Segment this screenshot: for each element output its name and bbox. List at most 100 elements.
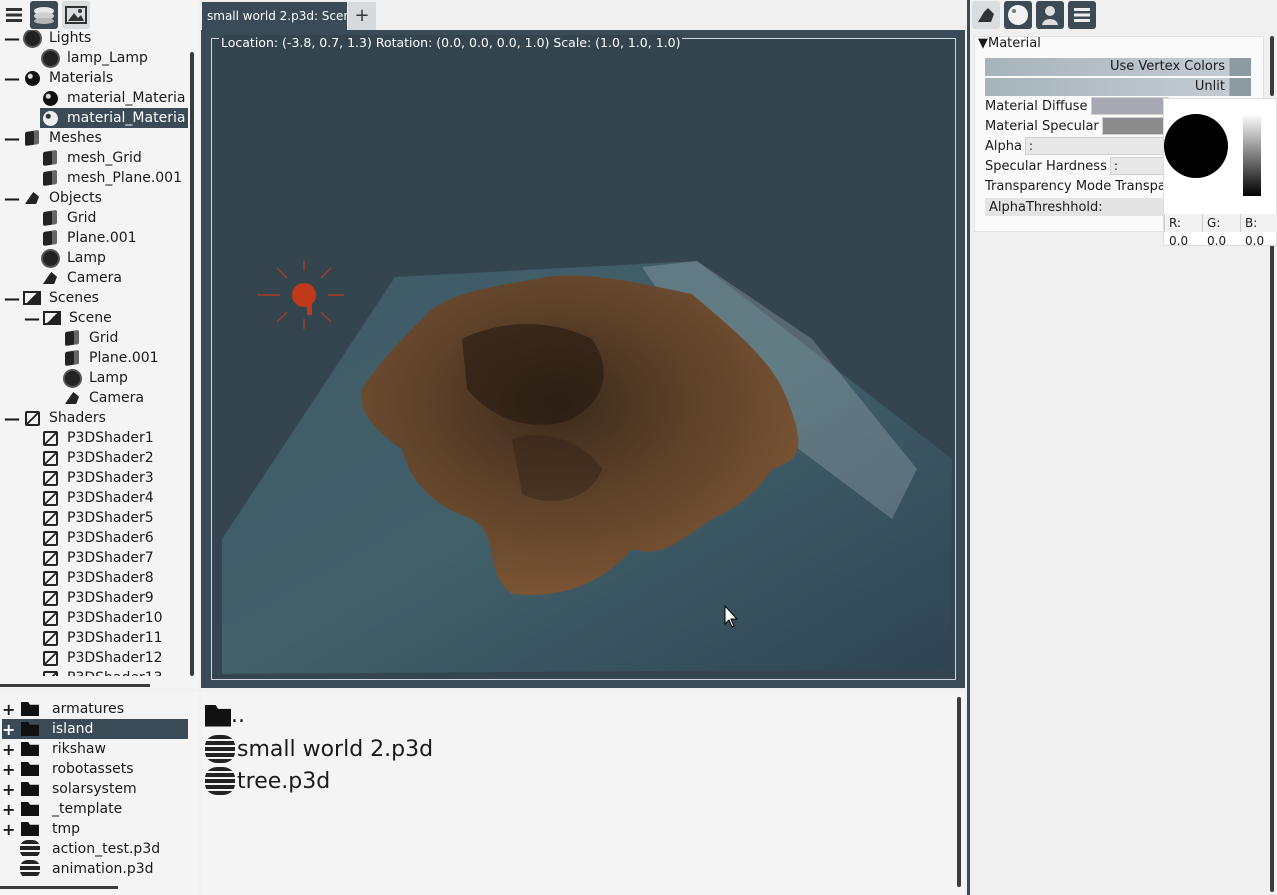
shader-icon [40,509,60,527]
tree-item[interactable]: Grid [40,208,188,228]
tree-item[interactable]: Plane.001 [40,228,188,248]
tree-item[interactable]: Grid [62,328,188,348]
red-field[interactable]: R: 0.0 [1164,214,1202,248]
tab-scene[interactable]: small world 2.p3d: Scene [202,2,347,30]
tree-item[interactable]: lamp_Lamp [40,48,188,68]
tree-item[interactable]: P3DShader2 [40,448,188,468]
parent-folder-item[interactable]: .. [205,703,245,728]
layers-view-button[interactable] [30,1,58,29]
tree-item[interactable]: — Materials [4,68,188,88]
tree-item[interactable]: — Meshes [4,128,188,148]
tree-item[interactable]: P3DShader6 [40,528,188,548]
tree-item[interactable]: P3DShader4 [40,488,188,508]
folder-item[interactable]: + solarsystem [2,779,188,799]
file-browser-scrollbar[interactable] [957,697,961,887]
tree-item[interactable]: P3DShader10 [40,608,188,628]
folder-item[interactable]: + island [2,719,188,739]
collapse-icon[interactable]: — [4,69,20,88]
tree-item-label: P3DShader12 [67,650,163,666]
expand-icon[interactable]: + [2,780,15,799]
camera-icon [22,189,42,207]
folder-item-label: tmp [52,821,81,837]
tree-item[interactable]: — Scenes [4,288,188,308]
tree-item-label: Scene [69,310,112,326]
use-vertex-colors-toggle[interactable]: Use Vertex Colors [985,58,1251,76]
collapse-icon[interactable]: — [4,129,20,148]
alpha-threshold-slider[interactable]: AlphaThreshhold: [985,198,1163,216]
tree-item[interactable]: Camera [40,268,188,288]
specular-hardness-slider[interactable]: : [1109,157,1170,175]
shader-properties-button[interactable] [1036,1,1064,29]
blue-field[interactable]: B: 0.0 [1240,214,1277,248]
material-properties-button[interactable] [1004,1,1032,29]
expand-icon[interactable]: + [2,800,15,819]
color-wheel[interactable] [1164,114,1228,178]
tree-item-label: mesh_Plane.001 [67,170,182,186]
tree-item[interactable]: P3DShader5 [40,508,188,528]
properties-scrollbar[interactable] [1270,232,1274,892]
tree-item[interactable]: Lamp [40,248,188,268]
tree-scrollbar[interactable] [190,52,194,676]
unlit-toggle[interactable]: Unlit [985,78,1251,96]
properties-scrollbar-top[interactable] [1270,36,1274,96]
expand-icon[interactable]: + [2,700,15,719]
lamp-icon [40,249,60,267]
file-item[interactable]: animation.p3d [2,859,188,879]
tree-item[interactable]: material_Materia [40,108,188,128]
tree-item-label: P3DShader5 [67,510,154,526]
menu-button[interactable] [0,1,28,29]
material-diffuse-swatch[interactable] [1090,97,1169,115]
folder-item[interactable]: + _template [2,799,188,819]
file-item[interactable]: small world 2.p3d [205,735,433,763]
image-view-button[interactable] [62,1,90,29]
object-properties-button[interactable] [972,1,1000,29]
folder-item[interactable]: + armatures [2,699,188,719]
alpha-slider[interactable]: : [1024,137,1165,155]
green-field[interactable]: G: 0.0 [1202,214,1240,248]
tree-item[interactable]: Camera [62,388,188,408]
folder-item[interactable]: + robotassets [2,759,188,779]
tree-item[interactable]: P3DShader11 [40,628,188,648]
expand-icon[interactable]: + [2,820,15,839]
material-specular-swatch[interactable] [1101,117,1172,135]
file-item[interactable]: tree.p3d [205,767,330,795]
tree-item[interactable]: Plane.001 [62,348,188,368]
tree-item[interactable]: — Objects [4,188,188,208]
tree-item[interactable]: P3DShader13 [40,668,188,676]
scene-icon [22,289,42,307]
tree-item[interactable]: P3DShader12 [40,648,188,668]
folder-icon [20,740,40,758]
tree-item[interactable]: material_Materia [40,88,188,108]
expand-icon[interactable]: + [2,720,15,739]
tree-item[interactable]: — Scene [24,308,188,328]
tree-item[interactable]: — Shaders [4,408,188,428]
properties-menu-button[interactable] [1068,1,1096,29]
folder-item[interactable]: + tmp [2,819,188,839]
expand-icon[interactable]: + [2,740,15,759]
tree-item[interactable]: P3DShader9 [40,588,188,608]
collapse-icon[interactable]: — [4,30,20,48]
material-ball-icon [40,89,60,107]
expand-icon[interactable]: + [2,760,15,779]
file-item[interactable]: action_test.p3d [2,839,188,859]
tree-item[interactable]: mesh_Plane.001 [40,168,188,188]
tree-item[interactable]: — Lights [4,30,188,48]
folder-hscrollbar[interactable] [0,886,118,889]
tree-item[interactable]: Lamp [62,368,188,388]
camera-icon [40,269,60,287]
tree-item[interactable]: mesh_Grid [40,148,188,168]
tree-item[interactable]: P3DShader1 [40,428,188,448]
folder-item[interactable]: + rikshaw [2,739,188,759]
tree-item[interactable]: P3DShader8 [40,568,188,588]
collapse-icon[interactable]: — [24,309,40,328]
collapse-icon[interactable]: — [4,409,20,428]
add-tab-button[interactable]: + [348,2,376,30]
tree-item[interactable]: P3DShader3 [40,468,188,488]
tree-hscrollbar[interactable] [0,684,150,687]
collapse-icon[interactable]: — [4,289,20,308]
tree-item[interactable]: P3DShader7 [40,548,188,568]
3d-viewport[interactable] [211,38,956,680]
material-header[interactable]: ▼Material [978,36,1041,51]
value-ramp[interactable] [1243,114,1261,196]
collapse-icon[interactable]: — [4,189,20,208]
